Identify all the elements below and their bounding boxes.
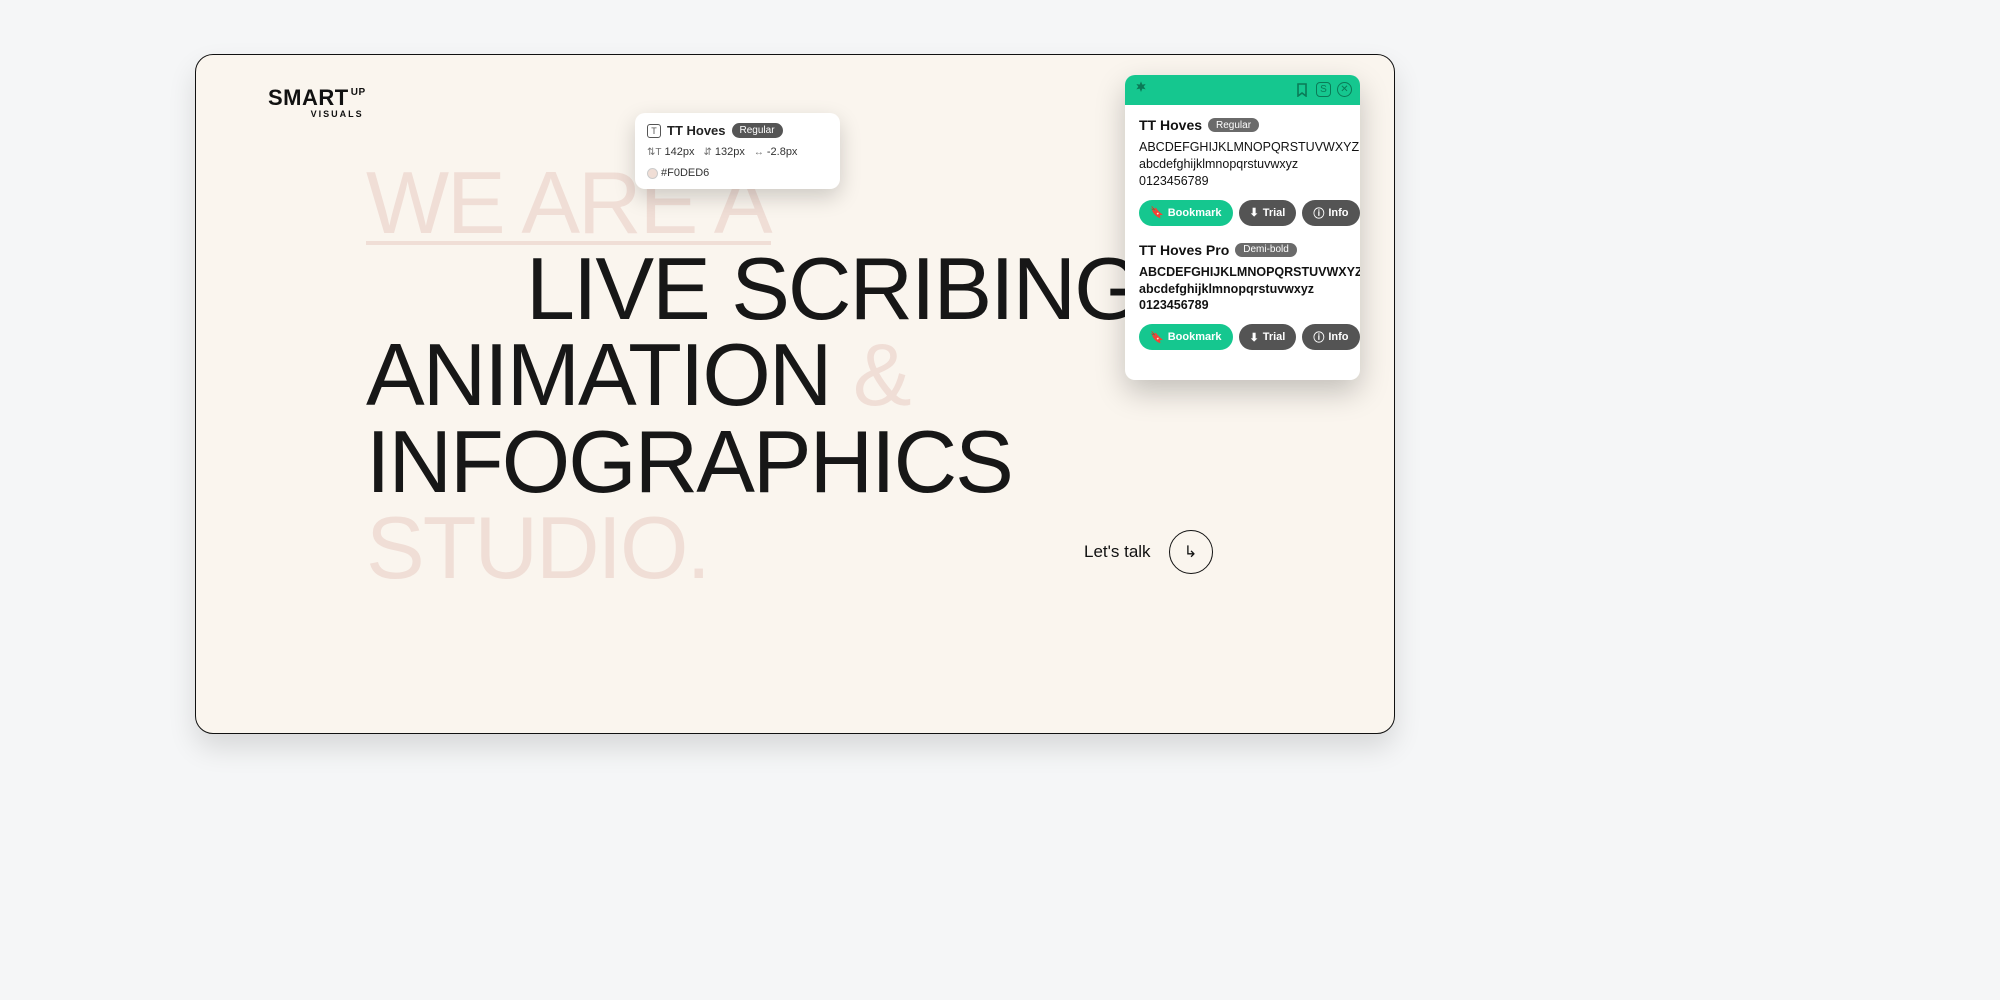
letter-spacing-icon: ↔ [754, 147, 764, 158]
trial-button[interactable]: ⬇Trial [1239, 324, 1297, 350]
lets-talk-label: Let's talk [1084, 542, 1151, 562]
panel-header[interactable]: S ✕ [1125, 75, 1360, 105]
bookmark-icon[interactable] [1294, 82, 1310, 98]
font-result-name: TT Hoves Pro [1139, 242, 1229, 258]
bookmark-button[interactable]: 🔖Bookmark [1139, 324, 1233, 350]
font-file-icon: T [647, 124, 661, 138]
bookmark-btn-icon: 🔖 [1150, 331, 1164, 344]
extension-logo-icon [1133, 80, 1149, 101]
bookmark-button[interactable]: 🔖Bookmark [1139, 200, 1233, 226]
font-size-icon: ⇅T [647, 147, 662, 158]
tooltip-font-size: 142px [665, 146, 695, 158]
tooltip-color-hex: #F0DED6 [661, 167, 709, 179]
font-result-0: TT Hoves Regular ABCDEFGHIJKLMNOPQRSTUVW… [1139, 117, 1346, 226]
close-icon[interactable]: ✕ [1337, 82, 1352, 97]
panel-body: TT Hoves Regular ABCDEFGHIJKLMNOPQRSTUVW… [1125, 105, 1360, 380]
bookmark-btn-icon: 🔖 [1150, 206, 1164, 219]
info-button[interactable]: ⓘInfo [1302, 324, 1359, 350]
logo-main-text: SMART [268, 85, 349, 111]
trial-button[interactable]: ⬇Trial [1239, 200, 1297, 226]
hero-line-5: STUDIO. [366, 505, 1395, 591]
download-icon: ⬇ [1250, 331, 1259, 344]
font-inspector-tooltip: T TT Hoves Regular ⇅T142px ⇵ 132px ↔-2.8p… [635, 113, 840, 189]
info-icon: ⓘ [1313, 329, 1324, 345]
line-height-icon: ⇵ [703, 147, 711, 158]
font-sample: ABCDEFGHIJKLMNOPQRSTUVWXYZ abcdefghijklm… [1139, 264, 1346, 315]
lets-talk-cta[interactable]: Let's talk ↳ [1084, 530, 1213, 574]
lets-talk-arrow-icon: ↳ [1169, 530, 1213, 574]
tooltip-line-height: 132px [715, 146, 745, 158]
hero-line-4: INFOGRAPHICS [366, 419, 1395, 505]
tooltip-font-name: TT Hoves [667, 123, 726, 138]
settings-icon[interactable]: S [1316, 82, 1331, 97]
info-icon: ⓘ [1313, 205, 1324, 221]
brand-logo[interactable]: SMARTUP VISUALS [268, 85, 364, 119]
font-result-1: TT Hoves Pro Demi-bold ABCDEFGHIJKLMNOPQ… [1139, 242, 1346, 351]
font-result-name: TT Hoves [1139, 117, 1202, 133]
font-result-weight-badge: Regular [1208, 118, 1259, 132]
tooltip-letter-spacing: -2.8px [767, 146, 798, 158]
tooltip-weight-badge: Regular [732, 123, 783, 138]
font-identifier-panel: S ✕ TT Hoves Regular ABCDEFGHIJKLMNOPQRS… [1125, 75, 1360, 380]
font-result-weight-badge: Demi-bold [1235, 243, 1297, 257]
font-sample: ABCDEFGHIJKLMNOPQRSTUVWXYZ abcdefghijklm… [1139, 139, 1346, 190]
color-swatch-icon [647, 168, 658, 179]
download-icon: ⬇ [1250, 206, 1259, 219]
info-button[interactable]: ⓘInfo [1302, 200, 1359, 226]
logo-sup-text: UP [351, 87, 366, 98]
hero-line-3b: & [853, 325, 910, 424]
hero-line-3a: ANIMATION [366, 325, 853, 424]
